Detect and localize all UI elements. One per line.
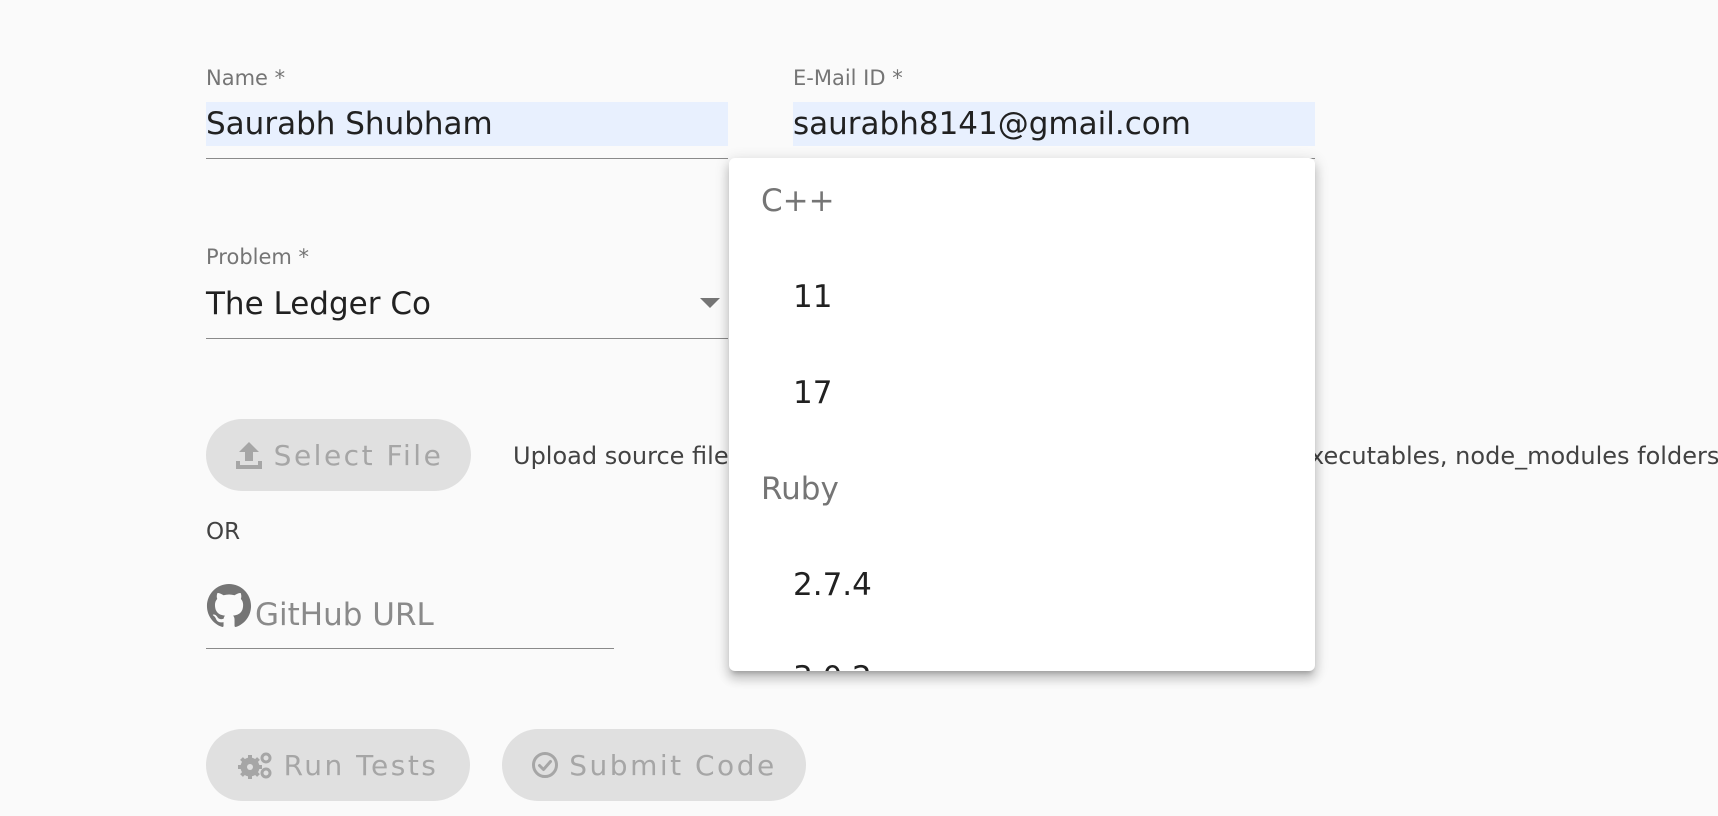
upload-helper-text: Upload source files: [513, 442, 742, 470]
problem-select[interactable]: The Ledger Co: [206, 278, 728, 338]
menu-item-ruby-2-7-4[interactable]: 2.7.4: [793, 565, 872, 605]
menu-item-cpp-17[interactable]: 17: [793, 373, 832, 413]
check-circle-icon: [531, 751, 559, 779]
problem-label: Problem *: [206, 245, 310, 269]
menu-group-cpp: C++: [761, 183, 835, 219]
run-tests-label: Run Tests: [283, 748, 439, 782]
name-label: Name *: [206, 66, 286, 90]
problem-underline: [206, 338, 728, 339]
github-url-input[interactable]: GitHub URL: [255, 595, 434, 635]
upload-helper-text-tail: xecutables, node_modules folders.: [1310, 442, 1718, 470]
or-separator: OR: [206, 519, 241, 545]
github-underline: [206, 648, 614, 649]
cogs-icon: [237, 750, 274, 780]
email-label: E-Mail ID *: [793, 66, 903, 90]
menu-item-cpp-11[interactable]: 11: [793, 277, 832, 317]
email-field[interactable]: saurabh8141@gmail.com: [793, 102, 1315, 146]
select-file-button[interactable]: Select File: [206, 419, 471, 491]
name-field[interactable]: Saurabh Shubham: [206, 102, 728, 146]
problem-select-value: The Ledger Co: [206, 286, 431, 322]
submit-code-button[interactable]: Submit Code: [502, 729, 806, 801]
run-tests-button[interactable]: Run Tests: [206, 729, 470, 801]
language-version-menu[interactable]: C++ 11 17 Ruby 2.7.4 3.0.2: [729, 158, 1315, 671]
menu-item-ruby-3-0-2[interactable]: 3.0.2: [793, 658, 872, 671]
name-underline: [206, 158, 728, 159]
submit-code-label: Submit Code: [569, 748, 777, 782]
upload-icon: [234, 439, 264, 471]
menu-group-ruby: Ruby: [761, 471, 839, 507]
caret-down-icon: [700, 298, 720, 308]
select-file-label: Select File: [273, 438, 444, 472]
github-icon: [206, 583, 252, 633]
